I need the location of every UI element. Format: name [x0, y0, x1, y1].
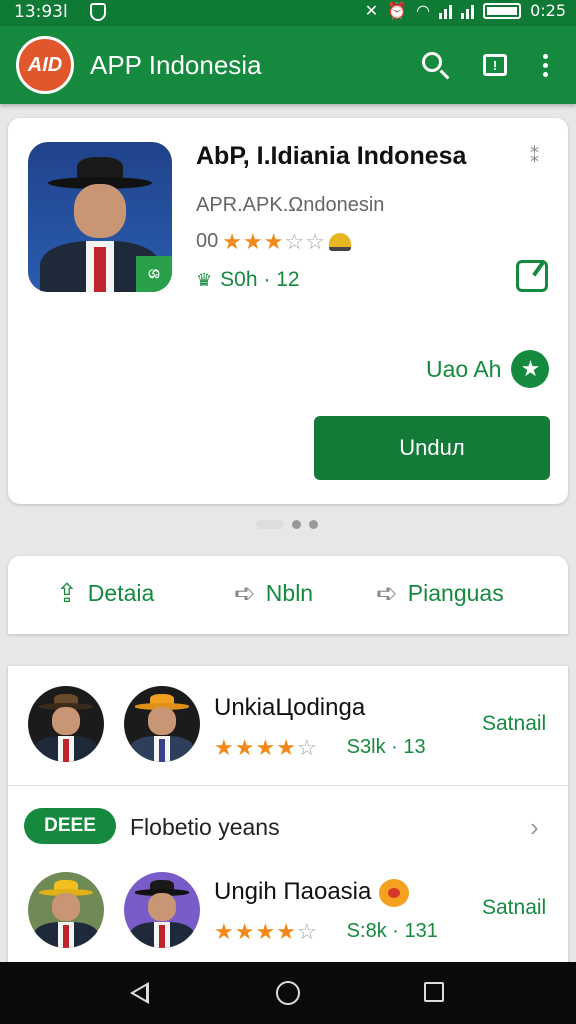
- star-filled-icon: ★: [255, 734, 276, 760]
- uac-label-row[interactable]: Uao Ah ★: [426, 350, 550, 388]
- avatar: [28, 872, 104, 948]
- star-empty-icon: ☆: [284, 228, 305, 254]
- avatar: [28, 686, 104, 762]
- related-apps-list: UnkiaЦodinga ★ ★ ★ ★ ☆ S3lk · 13 Satnail DEE…: [8, 666, 568, 966]
- feedback-icon[interactable]: !: [478, 48, 512, 82]
- uac-label: Uao Ah: [426, 355, 502, 382]
- star-filled-icon: ★: [242, 228, 263, 254]
- signal-2-icon: [461, 3, 475, 19]
- rating-prefix: 00: [196, 230, 219, 252]
- star-badge-icon: ★: [511, 350, 550, 388]
- rating-row: 00 ★ ★ ★ ☆ ☆: [196, 230, 351, 253]
- status-time-right: 0:25: [530, 1, 566, 20]
- list-item-meta: S3lk · 13: [346, 736, 426, 758]
- rating-stars: ★ ★ ★ ☆ ☆: [222, 228, 325, 254]
- list-item-link[interactable]: Satnail: [482, 896, 546, 920]
- app-title: AbP, I.Idiania Indonesa: [196, 142, 467, 170]
- recent-apps-icon[interactable]: [424, 982, 444, 1002]
- more-options-icon[interactable]: [528, 48, 562, 82]
- app-icon-badge: ශ: [136, 256, 172, 292]
- gift-icon: ♛: [196, 269, 213, 290]
- battery-icon: [483, 2, 522, 19]
- shield-icon: [90, 3, 106, 21]
- close-icon[interactable]: ⁑: [530, 146, 539, 167]
- list-item-rating: ★ ★ ★ ★ ☆ S3lk · 13: [214, 736, 426, 759]
- chevron-right-icon[interactable]: ›: [530, 812, 539, 843]
- carousel-indicator: [256, 520, 318, 529]
- star-filled-icon: ★: [263, 228, 284, 254]
- system-nav-bar: [0, 962, 576, 1024]
- app-bar-title: APP Indonesia: [90, 50, 262, 80]
- list-item-rating: ★ ★ ★ ★ ☆ S:8k · 131: [214, 920, 438, 943]
- forward-icon: ➪: [376, 578, 398, 608]
- app-bar: AID APP Indonesia !: [0, 26, 576, 104]
- carousel-dot[interactable]: [309, 520, 318, 529]
- star-filled-icon: ★: [276, 734, 296, 760]
- star-filled-icon: ★: [276, 918, 296, 944]
- list-item-title-text: Ungih Паoasia: [214, 878, 372, 905]
- detail-label: Detaia: [87, 580, 155, 606]
- more-label: Pianguas: [407, 580, 504, 606]
- star-filled-icon: ★: [222, 228, 242, 254]
- star-empty-icon: ☆: [296, 734, 317, 760]
- wifi-icon: ◠: [416, 1, 431, 20]
- install-button[interactable]: Unduл: [314, 416, 550, 480]
- avatar: [124, 872, 200, 948]
- section-badge: DEEE: [24, 808, 116, 844]
- rating-stars: ★ ★ ★ ★ ☆: [214, 918, 317, 944]
- star-empty-icon: ☆: [305, 228, 325, 254]
- back-icon[interactable]: [130, 982, 149, 1004]
- edit-icon[interactable]: [516, 260, 548, 292]
- app-logo[interactable]: AID: [16, 36, 74, 94]
- mute-icon: ✕: [364, 1, 379, 20]
- share-up-icon: ⇪: [56, 578, 78, 608]
- app-detail-card: ශ AbP, I.Idiania Indonesa ⁑ APR.APK.Ωndo…: [8, 118, 568, 504]
- bird-emoji-icon: [379, 878, 410, 907]
- star-filled-icon: ★: [234, 734, 255, 760]
- size-text: S0h · 12: [220, 268, 300, 291]
- forward-icon: ➪: [234, 578, 256, 608]
- developer-name[interactable]: APR.APK.Ωndonesin: [196, 194, 384, 217]
- status-time-left: 13:93l: [14, 2, 68, 22]
- avatar: [124, 686, 200, 762]
- star-filled-icon: ★: [214, 734, 234, 760]
- detail-action[interactable]: ⇪ Detaia: [56, 578, 154, 609]
- home-icon[interactable]: [276, 981, 300, 1005]
- more-action[interactable]: ➪ Pianguas: [376, 578, 504, 609]
- alarm-icon: ⏰: [387, 1, 408, 20]
- search-icon[interactable]: [418, 48, 452, 82]
- size-row: ♛ S0h · 12: [196, 268, 300, 292]
- rating-stars: ★ ★ ★ ★ ☆: [214, 734, 317, 760]
- section-title[interactable]: Flobetio yeans: [130, 814, 280, 841]
- list-item[interactable]: UnkiaЦodinga ★ ★ ★ ★ ☆ S3lk · 13 Satnail: [8, 666, 568, 786]
- share-action[interactable]: ➪ Nbln: [234, 578, 313, 609]
- list-item-title[interactable]: Ungih Паoasia: [214, 878, 410, 907]
- star-filled-icon: ★: [234, 918, 255, 944]
- star-empty-icon: ☆: [296, 918, 317, 944]
- helmet-icon: [328, 232, 351, 251]
- list-item-link[interactable]: Satnail: [482, 712, 546, 736]
- star-filled-icon: ★: [214, 918, 234, 944]
- share-label: Nbln: [265, 580, 314, 606]
- carousel-dot[interactable]: [256, 520, 284, 529]
- star-filled-icon: ★: [255, 918, 276, 944]
- list-item-title: UnkiaЦodinga: [214, 694, 366, 721]
- signal-icon: [439, 3, 453, 19]
- action-bar: ⇪ Detaia ➪ Nbln ➪ Pianguas: [8, 556, 568, 634]
- status-icons: ✕ ⏰ ◠ 0:25: [365, 1, 566, 20]
- status-bar: 13:93l ✕ ⏰ ◠ 0:25: [0, 0, 576, 26]
- app-icon: ශ: [28, 142, 172, 292]
- list-item-meta: S:8k · 131: [346, 920, 438, 942]
- carousel-dot[interactable]: [292, 520, 301, 529]
